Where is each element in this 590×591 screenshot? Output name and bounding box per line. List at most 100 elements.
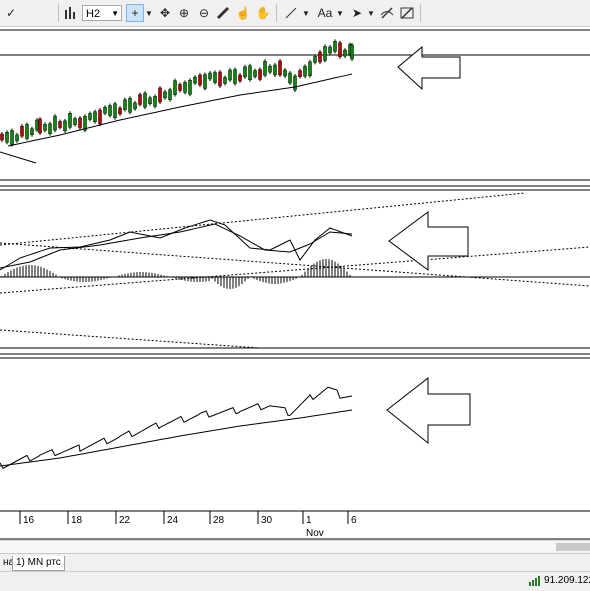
candle-body bbox=[25, 124, 29, 139]
x-axis-tick-label: 22 bbox=[119, 515, 131, 526]
candle-body bbox=[308, 61, 312, 77]
scrollbar-thumb[interactable] bbox=[556, 543, 590, 551]
candle-body bbox=[233, 69, 237, 84]
x-axis-tick-label: 28 bbox=[213, 515, 225, 526]
chevron-down-icon[interactable]: ▼ bbox=[302, 4, 310, 22]
text-icon[interactable]: Aa bbox=[314, 4, 336, 22]
candle-body bbox=[113, 103, 117, 118]
candle-body bbox=[253, 70, 257, 77]
candle-body bbox=[350, 44, 354, 60]
bar-chart-icon[interactable] bbox=[62, 4, 80, 22]
toolbar: ✓ H2 ▼ + ▼ ✥ ⊕ ⊖ ☝ ✋ ▼ Aa ▼ ➤ ▼ bbox=[0, 0, 590, 27]
candle-body bbox=[20, 125, 24, 137]
candle-body bbox=[43, 124, 47, 131]
x-axis-tick-label: 16 bbox=[23, 515, 35, 526]
chevron-down-icon[interactable]: ▼ bbox=[145, 4, 153, 22]
candle-body bbox=[53, 115, 57, 131]
x-axis-month-label: Nov bbox=[306, 528, 324, 539]
candle-body bbox=[173, 80, 177, 95]
time-axis: 16 18 22 24 28 30 1 6Nov bbox=[19, 511, 357, 539]
candle-body bbox=[15, 134, 19, 142]
x-axis-tick-label: 30 bbox=[261, 515, 273, 526]
candle-body bbox=[238, 74, 242, 82]
toolbar-separator bbox=[58, 4, 59, 22]
timeframe-value: H2 bbox=[86, 8, 101, 20]
candle-body bbox=[298, 70, 302, 77]
candle-body bbox=[263, 61, 267, 76]
candle-body bbox=[138, 94, 142, 105]
candle-body bbox=[158, 87, 162, 103]
chart-window[interactable]: 16 18 22 24 28 30 1 6 Nov bbox=[0, 27, 590, 540]
dashed-trendline bbox=[0, 329, 261, 349]
tab-mn-rts[interactable]: 1) MN ртс bbox=[12, 556, 65, 571]
candle-body bbox=[188, 80, 192, 95]
x-axis-tick-label: 24 bbox=[167, 515, 179, 526]
chevron-down-icon[interactable]: ▼ bbox=[367, 4, 375, 22]
candle-body bbox=[35, 119, 39, 131]
connection-icon bbox=[529, 576, 540, 586]
left-arrow-annotation bbox=[397, 45, 461, 91]
candle-body bbox=[303, 65, 307, 77]
indicator-line bbox=[0, 386, 353, 470]
hide-drawings-icon[interactable] bbox=[398, 4, 416, 22]
candle-body bbox=[273, 64, 277, 76]
candle-body bbox=[73, 118, 77, 125]
candle-body bbox=[128, 98, 132, 113]
candle-body bbox=[123, 99, 127, 110]
status-bar: 91.209.122 bbox=[0, 571, 590, 591]
hand-pointer-icon[interactable]: ☝ bbox=[234, 4, 252, 22]
dashed-trendline bbox=[0, 246, 590, 294]
candle-body bbox=[313, 56, 317, 63]
candle-body bbox=[63, 120, 67, 132]
candle-body bbox=[5, 132, 9, 143]
candle-body bbox=[68, 113, 72, 128]
candle-body bbox=[98, 109, 102, 125]
timeframe-select[interactable]: H2 ▼ bbox=[82, 5, 122, 21]
x-axis-tick-label: 18 bbox=[71, 515, 83, 526]
candle-body bbox=[293, 75, 297, 91]
candle-body bbox=[118, 107, 122, 115]
server-address: 91.209.122 bbox=[544, 575, 590, 586]
candle-body bbox=[108, 105, 112, 116]
zoom-in-icon[interactable]: ⊕ bbox=[175, 4, 193, 22]
chart-canvas[interactable]: 16 18 22 24 28 30 1 6Nov bbox=[0, 27, 590, 540]
candle-body bbox=[183, 82, 187, 93]
trendline-icon[interactable] bbox=[282, 4, 300, 22]
partial-icon[interactable]: ✓ bbox=[2, 4, 20, 22]
candle-body bbox=[10, 130, 14, 145]
candle-body bbox=[268, 65, 272, 73]
candle-body bbox=[58, 121, 62, 128]
candle-body bbox=[278, 60, 282, 76]
candle-body bbox=[343, 49, 347, 57]
candle-body bbox=[333, 41, 337, 52]
candle-body bbox=[0, 133, 4, 141]
candle-body bbox=[163, 91, 167, 99]
chevron-down-icon[interactable]: ▼ bbox=[336, 4, 344, 22]
candle-body bbox=[78, 117, 82, 129]
move-icon[interactable]: ✥ bbox=[156, 4, 174, 22]
candle-body bbox=[203, 74, 207, 89]
candle-body bbox=[143, 92, 147, 108]
eraser-icon[interactable] bbox=[378, 4, 396, 22]
arrow-tool-icon[interactable]: ➤ bbox=[348, 4, 366, 22]
candle-body bbox=[338, 42, 342, 57]
x-axis-tick-label: 6 bbox=[351, 515, 357, 526]
chart-tab-bar: на 1) MN ртс bbox=[0, 553, 590, 572]
candle-body bbox=[288, 72, 292, 84]
crosshair-icon[interactable]: + bbox=[126, 4, 144, 22]
oscillator-signal-line bbox=[0, 223, 353, 269]
pan-hand-icon[interactable]: ✋ bbox=[254, 4, 272, 22]
horizontal-scrollbar[interactable] bbox=[0, 540, 590, 553]
candle-body bbox=[103, 107, 107, 114]
candle-body bbox=[323, 46, 327, 61]
candle-body bbox=[148, 97, 152, 104]
candle-body bbox=[208, 72, 212, 80]
candle-body bbox=[30, 128, 34, 135]
candle-body bbox=[153, 96, 157, 107]
zoom-out-icon[interactable]: ⊖ bbox=[195, 4, 213, 22]
toolbar-separator bbox=[276, 4, 277, 22]
candle-body bbox=[198, 74, 202, 86]
candle-body bbox=[283, 69, 287, 77]
ruler-icon[interactable] bbox=[214, 4, 232, 22]
candle-body bbox=[258, 69, 262, 80]
